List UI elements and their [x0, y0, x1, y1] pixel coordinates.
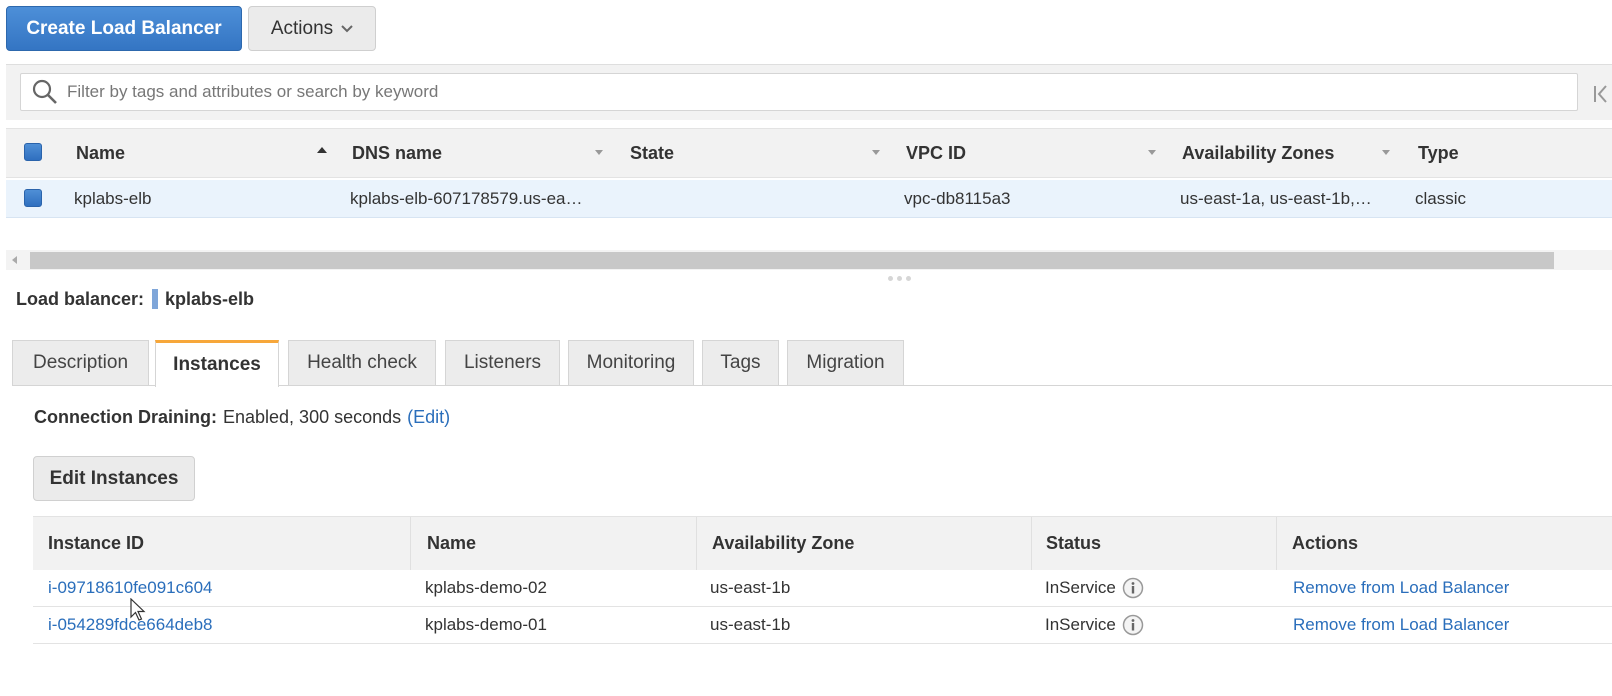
- status-text: InService: [1045, 615, 1116, 634]
- scroll-left-icon[interactable]: [12, 256, 17, 264]
- dns-sort-icon[interactable]: [595, 150, 603, 155]
- tab-monitoring[interactable]: Monitoring: [568, 340, 694, 385]
- search-icon: [32, 79, 57, 104]
- search-input[interactable]: Filter by tags and attributes or search …: [20, 73, 1578, 111]
- search-placeholder: Filter by tags and attributes or search …: [67, 82, 439, 101]
- tab-description[interactable]: Description: [12, 340, 149, 385]
- lb-marker-icon: [152, 289, 159, 309]
- state-sort-icon[interactable]: [872, 150, 880, 155]
- edit-instances-button[interactable]: Edit Instances: [33, 456, 195, 501]
- scrollbar-thumb[interactable]: [30, 252, 1554, 269]
- filter-bar: Filter by tags and attributes or search …: [6, 64, 1612, 120]
- lb-name-cell: kplabs-elb: [74, 188, 152, 208]
- col-instance-id-header: Instance ID: [48, 533, 145, 553]
- instance-zone-cell: us-east-1b: [710, 578, 791, 597]
- table-row[interactable]: kplabs-elb kplabs-elb-607178579.us-ea… v…: [6, 180, 1612, 218]
- col-dns-header[interactable]: DNS name: [352, 129, 442, 177]
- tab-listeners[interactable]: Listeners: [445, 340, 560, 385]
- info-icon[interactable]: [1122, 614, 1144, 636]
- tab-health-check[interactable]: Health check: [288, 340, 436, 385]
- col-name-header[interactable]: Name: [76, 129, 125, 177]
- tab-tags[interactable]: Tags: [702, 340, 779, 385]
- first-page-icon[interactable]: [1592, 83, 1612, 105]
- lb-table-header: Name DNS name State VPC ID Availability …: [6, 128, 1612, 178]
- instance-name-cell: kplabs-demo-02: [425, 578, 547, 597]
- instance-zone-cell: us-east-1b: [710, 615, 791, 634]
- draining-edit-link[interactable]: (Edit): [407, 407, 450, 428]
- remove-from-lb-link[interactable]: Remove from Load Balancer: [1293, 607, 1509, 643]
- mouse-cursor-icon: [130, 598, 146, 621]
- sort-asc-icon[interactable]: [317, 147, 327, 153]
- col-state-header[interactable]: State: [630, 129, 674, 177]
- table-row: i-054289fdce664deb8 kplabs-demo-01 us-ea…: [33, 607, 1612, 644]
- col-zone-header: Availability Zone: [712, 533, 855, 553]
- tab-migration[interactable]: Migration: [787, 340, 904, 385]
- status-text: InService: [1045, 578, 1116, 597]
- col-actions-header: Actions: [1292, 533, 1359, 553]
- panel-resize-handle[interactable]: [888, 276, 911, 281]
- tab-instances[interactable]: Instances: [155, 340, 279, 387]
- lb-label-key: Load balancer:: [16, 288, 145, 309]
- remove-from-lb-link[interactable]: Remove from Load Balancer: [1293, 570, 1509, 606]
- instances-table-header: Instance ID Name Availability Zone Statu…: [33, 516, 1612, 570]
- row-checkbox[interactable]: [24, 189, 42, 207]
- create-load-balancer-button[interactable]: Create Load Balancer: [6, 6, 242, 51]
- lb-dns-cell: kplabs-elb-607178579.us-ea…: [350, 188, 583, 208]
- instance-name-cell: kplabs-demo-01: [425, 615, 547, 634]
- actions-dropdown-button[interactable]: Actions: [248, 6, 376, 51]
- horizontal-scrollbar[interactable]: [6, 250, 1612, 270]
- instance-status-cell: InService: [1045, 570, 1144, 606]
- selected-lb-label: Load balancer: kplabs-elb: [16, 288, 254, 310]
- vpc-sort-icon[interactable]: [1148, 150, 1156, 155]
- draining-key: Connection Draining:: [34, 406, 217, 427]
- connection-draining: Connection Draining: Enabled, 300 second…: [34, 405, 450, 429]
- lb-zones-cell: us-east-1a, us-east-1b,…: [1180, 188, 1372, 208]
- table-row: i-09718610fe091c604 kplabs-demo-02 us-ea…: [33, 570, 1612, 607]
- info-icon[interactable]: [1122, 577, 1144, 599]
- lb-type-cell: classic: [1415, 188, 1467, 208]
- col-instance-name-header: Name: [427, 533, 477, 553]
- chevron-down-icon: [341, 24, 353, 32]
- col-vpc-header[interactable]: VPC ID: [906, 129, 966, 177]
- select-all-checkbox[interactable]: [24, 143, 42, 161]
- col-status-header: Status: [1046, 533, 1102, 553]
- actions-label: Actions: [270, 17, 334, 39]
- lb-label-value: kplabs-elb: [165, 288, 255, 309]
- lb-vpc-cell: vpc-db8115a3: [904, 188, 1011, 208]
- draining-value: Enabled, 300 seconds: [223, 406, 402, 427]
- col-zones-header[interactable]: Availability Zones: [1182, 129, 1334, 177]
- zones-sort-icon[interactable]: [1382, 150, 1390, 155]
- col-type-header[interactable]: Type: [1418, 129, 1459, 177]
- instance-status-cell: InService: [1045, 607, 1144, 643]
